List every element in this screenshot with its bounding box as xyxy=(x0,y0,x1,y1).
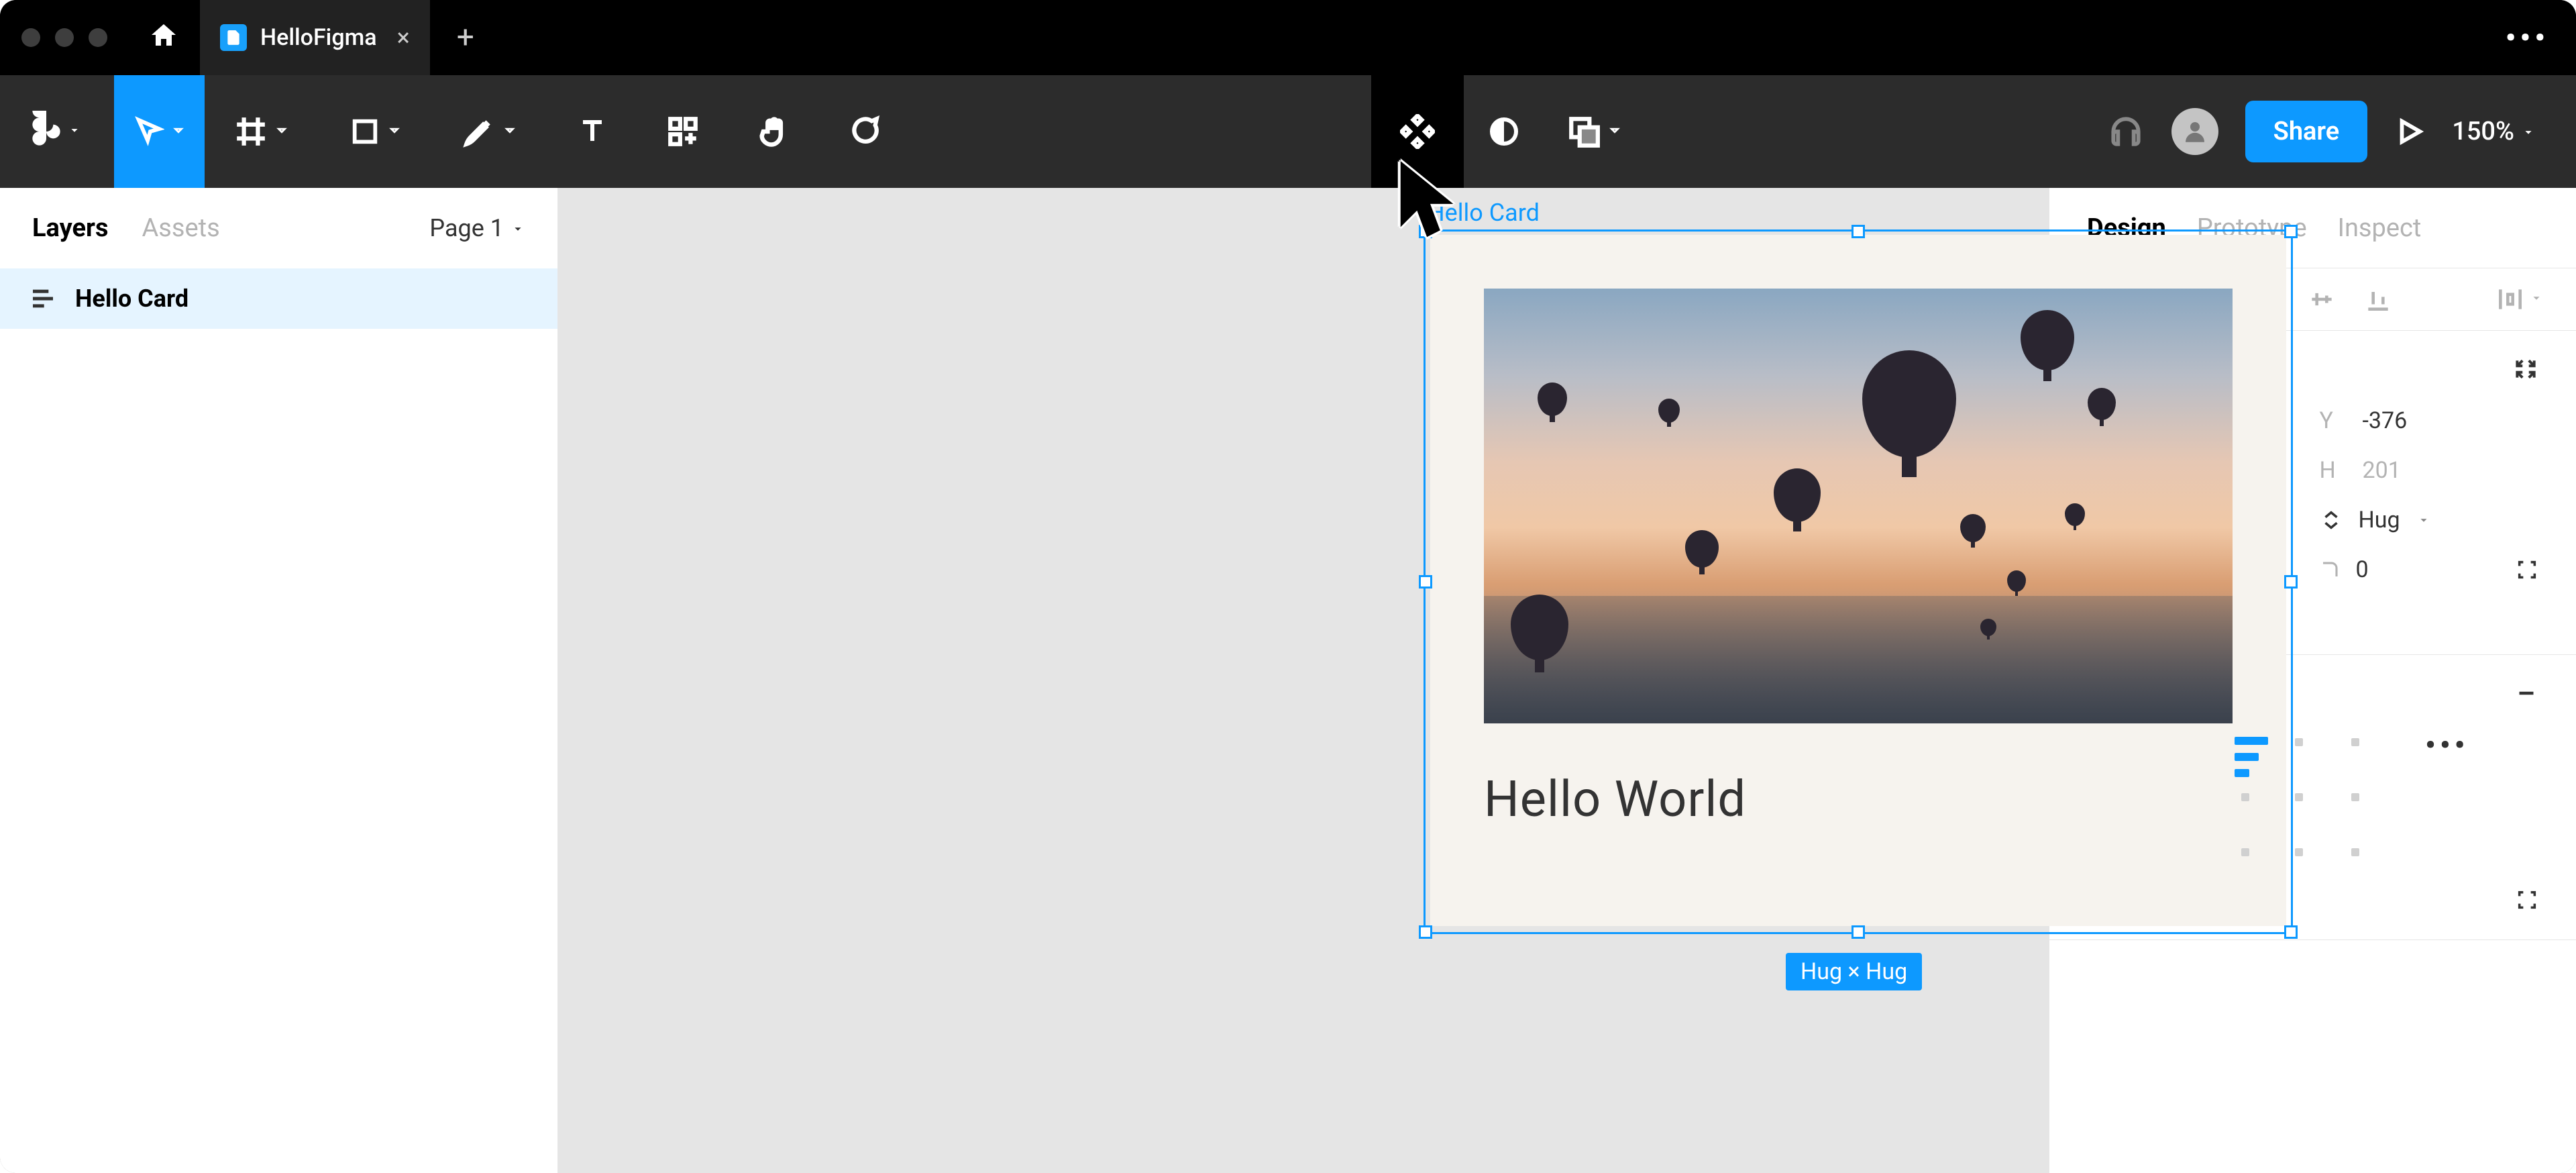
plugin-button[interactable] xyxy=(1371,75,1464,188)
tab-title: HelloFigma xyxy=(260,24,377,51)
shape-tool-button[interactable] xyxy=(319,75,433,188)
dark-mode-button[interactable] xyxy=(1464,75,1544,188)
distribute-icon[interactable] xyxy=(2496,285,2544,314)
home-icon[interactable] xyxy=(148,20,180,55)
resize-h-dropdown[interactable]: Hug xyxy=(2320,507,2539,533)
headphones-icon[interactable] xyxy=(2107,113,2145,150)
resize-handle-b[interactable] xyxy=(1851,925,1865,939)
titlebar: HelloFigma × + ••• xyxy=(0,0,2576,75)
resize-handle-tl[interactable] xyxy=(1419,225,1432,238)
auto-layout-frame-icon xyxy=(30,285,56,312)
traffic-minimize[interactable] xyxy=(55,28,74,47)
left-panel: Layers Assets Page 1 Hello Card xyxy=(0,188,558,1173)
independent-corners-icon[interactable] xyxy=(2516,558,2538,581)
page-dropdown[interactable]: Page 1 xyxy=(429,214,525,242)
share-button[interactable]: Share xyxy=(2245,101,2368,162)
h-field[interactable]: H201 xyxy=(2320,457,2539,484)
tab-assets[interactable]: Assets xyxy=(142,213,219,243)
remove-auto-layout-icon[interactable] xyxy=(2514,681,2538,705)
radius-field[interactable]: 0 xyxy=(2320,556,2539,583)
figma-menu-button[interactable] xyxy=(0,75,114,188)
frame-tool-button[interactable] xyxy=(205,75,319,188)
move-tool-button[interactable] xyxy=(114,75,205,188)
figma-file-icon xyxy=(220,24,247,51)
layer-name: Hello Card xyxy=(75,285,189,313)
resources-tool-button[interactable] xyxy=(637,75,728,188)
comment-tool-button[interactable] xyxy=(818,75,909,188)
window-more-icon[interactable]: ••• xyxy=(2506,20,2549,55)
resize-handle-bl[interactable] xyxy=(1419,925,1432,939)
canvas[interactable]: Hello Card Hello World xyxy=(558,188,2049,1173)
user-avatar[interactable] xyxy=(2171,108,2218,155)
auto-layout-more-icon[interactable]: ••• xyxy=(2425,727,2469,762)
tab-layers[interactable]: Layers xyxy=(32,213,108,243)
size-indicator-pill: Hug × Hug xyxy=(1786,953,1922,990)
y-field[interactable]: Y-376 xyxy=(2320,407,2539,434)
hand-tool-button[interactable] xyxy=(728,75,818,188)
left-panel-tabs: Layers Assets Page 1 xyxy=(0,188,557,268)
zoom-dropdown[interactable]: 150% xyxy=(2452,117,2536,146)
window-controls xyxy=(21,28,107,47)
traffic-close[interactable] xyxy=(21,28,40,47)
tab-inspect[interactable]: Inspect xyxy=(2338,213,2422,243)
resize-handle-l[interactable] xyxy=(1419,575,1432,589)
close-tab-icon[interactable]: × xyxy=(397,23,410,52)
resize-handle-br[interactable] xyxy=(2284,925,2298,939)
independent-padding-icon[interactable] xyxy=(2516,888,2538,915)
layer-item-hello-card[interactable]: Hello Card xyxy=(0,268,557,329)
new-tab-button[interactable]: + xyxy=(457,19,474,56)
page-label: Page 1 xyxy=(429,214,504,242)
resize-handle-r[interactable] xyxy=(2284,575,2298,589)
selection-label[interactable]: Hello Card xyxy=(1428,199,1540,227)
alignment-grid[interactable] xyxy=(2231,727,2371,868)
present-icon[interactable] xyxy=(2394,116,2425,147)
fit-frame-icon[interactable] xyxy=(2513,356,2538,382)
toolbar: Share 150% xyxy=(0,75,2576,188)
corner-radius-icon xyxy=(2320,560,2340,580)
zoom-value: 150% xyxy=(2452,117,2514,146)
selection-box[interactable] xyxy=(1424,230,2293,934)
align-bottom-icon[interactable] xyxy=(2363,285,2393,314)
file-tab[interactable]: HelloFigma × xyxy=(200,0,430,75)
main-area: Layers Assets Page 1 Hello Card Hello Ca… xyxy=(0,188,2576,1173)
pen-tool-button[interactable] xyxy=(433,75,547,188)
text-tool-button[interactable] xyxy=(547,75,637,188)
traffic-zoom[interactable] xyxy=(89,28,107,47)
resize-handle-tr[interactable] xyxy=(2284,225,2298,238)
align-vcenter-icon[interactable] xyxy=(2307,285,2337,314)
mask-button[interactable] xyxy=(1544,75,1645,188)
hug-height-icon xyxy=(2320,509,2343,531)
resize-handle-t[interactable] xyxy=(1851,225,1865,238)
